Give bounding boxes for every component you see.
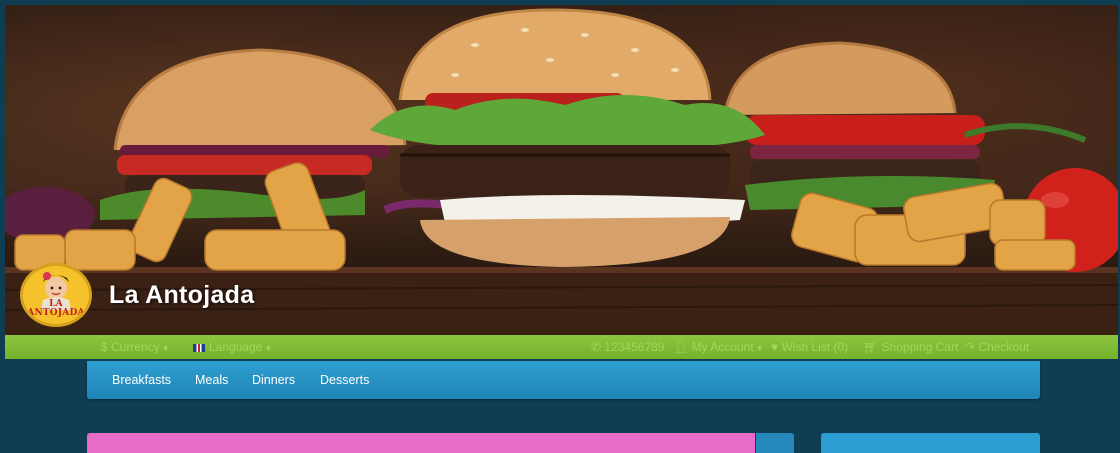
checkout-label: Checkout [978,340,1030,354]
nav-item-dinners[interactable]: Dinners [252,373,295,387]
search-panel[interactable] [87,433,755,453]
category-nav: Breakfasts Meals Dinners Desserts [87,361,1040,399]
phone-number: 123456789 [604,340,665,354]
heart-icon: ♥ [771,340,779,354]
logo-text: LA ANTOJADA [27,299,85,318]
site-title[interactable]: La Antojada [109,281,254,310]
cart-icon: 🛒︎ [863,340,879,354]
wish-list-label: Wish List (0) [781,340,849,354]
my-account-dropdown[interactable]: 👤︎ My Account ▼ [673,340,764,354]
chevron-down-icon: ▼ [264,344,273,353]
my-account-label: My Account [691,340,754,354]
checkout-link[interactable]: ↷ Checkout [965,340,1029,354]
wish-list-link[interactable]: ♥ Wish List (0) [771,340,848,354]
sidebar-panel [821,433,1040,453]
user-icon: 👤︎ [673,340,689,354]
search-button[interactable] [756,433,794,453]
language-dropdown[interactable]: Language ▼ [193,340,272,354]
language-label: Language [209,340,263,354]
restaurant-logo[interactable]: LA ANTOJADA [20,263,92,327]
nav-item-meals[interactable]: Meals [195,373,228,387]
share-icon: ↷ [965,340,976,354]
phone-link[interactable]: ✆ 123456789 [591,340,664,354]
shopping-cart-label: Shopping Cart [881,340,959,354]
chevron-down-icon: ▼ [755,344,764,353]
chevron-down-icon: ▼ [161,344,170,353]
currency-label: $ Currency [101,340,160,354]
currency-dropdown[interactable]: $ Currency ▼ [101,340,170,354]
shopping-cart-link[interactable]: 🛒︎ Shopping Cart [863,340,958,354]
flag-icon [193,343,205,352]
hero-banner: LA ANTOJADA La Antojada [5,5,1118,335]
top-bar: $ Currency ▼ Language ▼ ✆ 123456789 👤︎ My … [5,335,1118,359]
phone-icon: ✆ [591,340,602,354]
nav-item-desserts[interactable]: Desserts [320,373,369,387]
nav-item-breakfasts[interactable]: Breakfasts [112,373,171,387]
